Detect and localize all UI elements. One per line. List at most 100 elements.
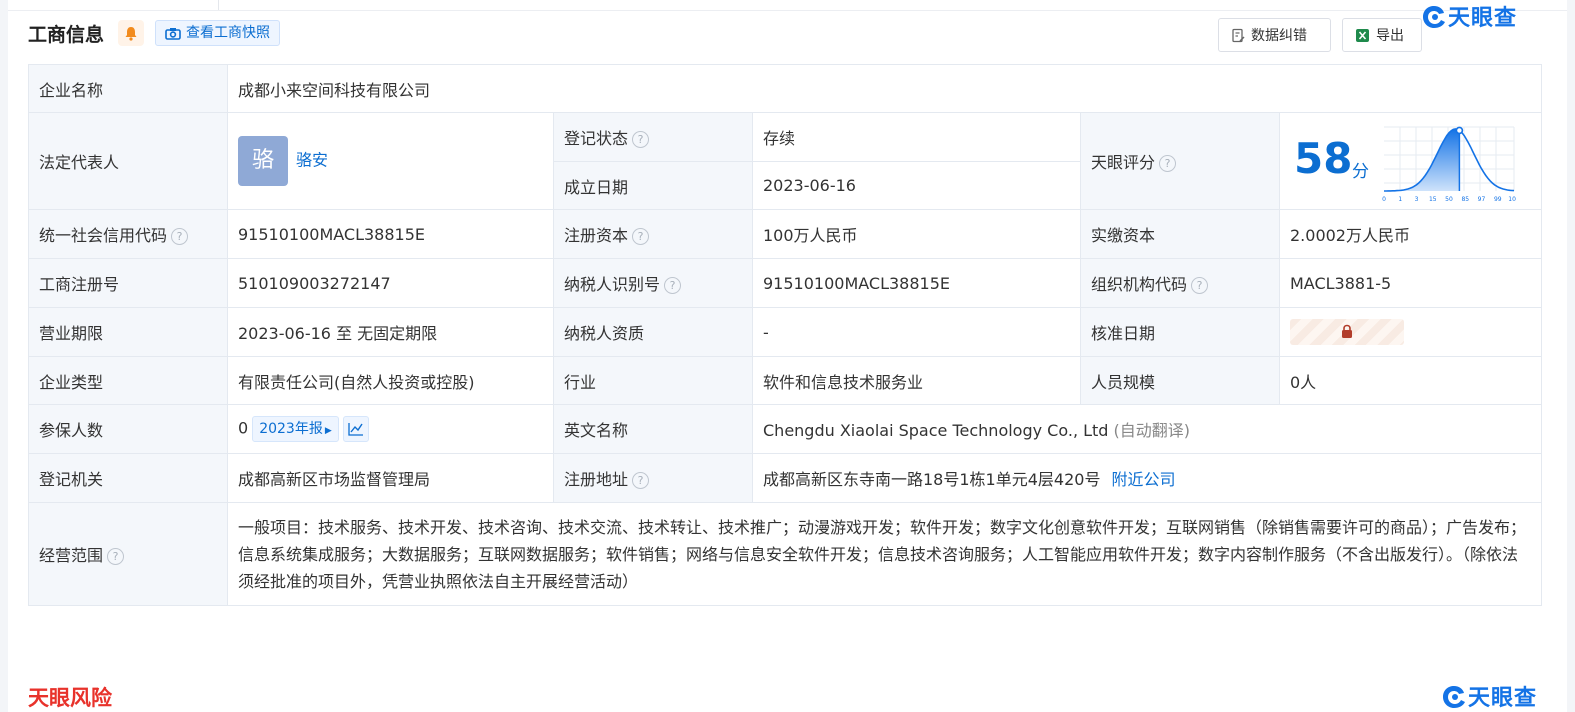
edit-document-icon [1232,28,1245,42]
help-icon[interactable]: ? [664,277,682,294]
value-address: 成都高新区东寺南一路18号1栋1单元4层420号 附近公司 [751,453,1543,503]
score-widget[interactable]: 58 分 0 1 3 15 50 85 97 99 10 [1280,113,1541,209]
help-icon[interactable]: ? [1191,277,1209,294]
auto-translate-note: (自动翻译) [1113,421,1191,440]
label-term: 营业期限 [28,307,228,357]
value-taxpayer-id: 91510100MACL38815E [752,258,1081,308]
value-taxpayer-qual: - [752,307,1081,357]
table-row: 参保人数 0 2023年报 ▶ 英文名称 Chengdu Xiaolai Space… [28,404,1543,454]
annual-report-button[interactable]: 2023年报 ▶ [252,416,339,442]
view-snapshot-label: 查看工商快照 [186,25,270,41]
export-button[interactable]: 导出 [1342,18,1422,52]
table-row: 企业类型 有限责任公司(自然人投资或控股) 行业 软件和信息技术服务业 人员规模… [28,356,1543,405]
table-row: 统一社会信用代码? 91510100MACL38815E 注册资本? 100万人… [28,209,1543,259]
value-reg-capital: 100万人民币 [752,209,1081,259]
score-distribution-chart: 0 1 3 15 50 85 97 99 100 [1382,126,1516,203]
label-staff-size: 人员规模 [1080,356,1280,405]
value-reg-no: 510109003272147 [227,258,554,308]
scope-text: 一般项目：技术服务、技术开发、技术咨询、技术交流、技术转让、技术推广；动漫游戏开… [238,517,1527,591]
score-axis-label: 85 [1461,196,1469,203]
score-axis-label: 15 [1429,196,1437,203]
label-english-name: 英文名称 [553,404,753,454]
label-credit-code: 统一社会信用代码? [28,209,228,259]
table-row: 营业期限 2023-06-16 至 无固定期限 纳税人资质 - 核准日期 [28,307,1543,357]
value-approve-date [1278,307,1543,357]
trend-chart-button[interactable] [342,416,369,442]
nearby-companies-link[interactable]: 附近公司 [1112,470,1176,489]
label-company-type: 企业类型 [28,356,228,405]
label-legal-rep: 法定代表人 [28,112,228,210]
value-scope: 一般项目：技术服务、技术开发、技术咨询、技术交流、技术转让、技术推广；动漫游戏开… [226,502,1543,606]
address-text: 成都高新区东寺南一路18号1栋1单元4层420号 [763,470,1101,489]
legal-rep-name-link[interactable]: 骆安 [296,151,328,170]
score-axis-label: 50 [1445,196,1453,203]
label-text: 登记状态 [564,129,629,148]
score-axis-label: 1 [1398,196,1402,203]
data-correction-button[interactable]: 数据纠错 [1218,18,1331,52]
label-reg-no: 工商注册号 [28,258,228,308]
lock-icon [1342,324,1352,338]
value-reg-status: 存续 [752,112,1081,162]
score-axis-label: 3 [1415,196,1419,203]
table-row: 工商注册号 510109003272147 纳税人识别号? 91510100MA… [28,258,1543,308]
score-unit: 分 [1352,162,1369,182]
label-text: 经营范围 [39,546,104,565]
line-chart-icon [348,423,363,436]
value-term: 2023-06-16 至 无固定期限 [227,307,554,357]
score-marker-dot [1455,126,1464,135]
page: 工商信息 查看工商快照 数据纠错 导出 天眼查 企业名称 成都小来空间科技有限公… [8,0,1567,712]
value-insured: 0 2023年报 ▶ [227,404,554,454]
label-found-date: 成立日期 [553,161,753,210]
value-industry: 软件和信息技术服务业 [752,356,1081,405]
score-number: 58 [1294,134,1353,183]
annual-report-label: 2023年报 [259,421,323,437]
excel-icon [1356,28,1369,42]
business-info-table: 企业名称 成都小来空间科技有限公司 法定代表人 骆骆安 登记状态? 存续 天眼评… [28,64,1543,606]
bell-icon [125,26,137,41]
label-paid-capital: 实缴资本 [1080,209,1280,259]
value-org-code: MACL3881-5 [1278,258,1543,308]
label-org-code: 组织机构代码? [1080,258,1280,308]
help-icon[interactable]: ? [171,228,189,245]
vip-locked-value[interactable] [1290,319,1404,345]
value-reg-authority: 成都高新区市场监督管理局 [227,453,554,503]
value-staff-size: 0人 [1278,356,1543,405]
value-paid-capital: 2.0002万人民币 [1278,209,1543,259]
view-snapshot-button[interactable]: 查看工商快照 [155,20,280,46]
table-row: 企业名称 成都小来空间科技有限公司 [28,64,1543,113]
label-approve-date: 核准日期 [1080,307,1280,357]
english-name-text: Chengdu Xiaolai Space Technology Co., Lt… [763,421,1109,440]
section-title: 工商信息 [28,24,105,46]
logo-text: 天眼查 [1448,6,1518,31]
tianyancha-logo-bottom: 天眼查 [1440,680,1537,712]
score-axis-label: 97 [1478,196,1486,203]
follow-bell-button[interactable] [118,20,144,46]
value-score[interactable]: 58 分 0 1 3 15 50 85 97 99 10 [1278,112,1543,210]
label-reg-authority: 登记机关 [28,453,228,503]
label-text: 天眼评分 [1091,153,1156,172]
help-icon[interactable]: ? [632,131,650,148]
label-industry: 行业 [553,356,753,405]
help-icon[interactable]: ? [107,548,125,565]
eye-logo-icon [1443,686,1465,708]
value-found-date: 2023-06-16 [752,161,1081,210]
data-correction-label: 数据纠错 [1251,28,1307,44]
help-icon[interactable]: ? [1159,155,1177,172]
legal-rep-avatar[interactable]: 骆 [238,136,288,186]
label-company-name: 企业名称 [28,64,228,113]
label-reg-status: 登记状态? [553,112,753,162]
value-company-name: 成都小来空间科技有限公司 [226,64,1543,113]
caret-right-icon: ▶ [324,426,332,436]
insured-count: 0 [238,418,249,438]
label-text: 组织机构代码 [1091,275,1188,294]
help-icon[interactable]: ? [632,472,650,489]
camera-icon [165,27,181,40]
value-english-name: Chengdu Xiaolai Space Technology Co., Lt… [751,404,1543,454]
label-text: 统一社会信用代码 [39,226,168,245]
label-taxpayer-qual: 纳税人资质 [553,307,753,357]
value-company-type: 有限责任公司(自然人投资或控股) [227,356,554,405]
label-taxpayer-id: 纳税人识别号? [553,258,753,308]
score-axis-label: 100 [1508,196,1516,203]
score-axis-label: 99 [1494,196,1502,203]
help-icon[interactable]: ? [632,228,650,245]
